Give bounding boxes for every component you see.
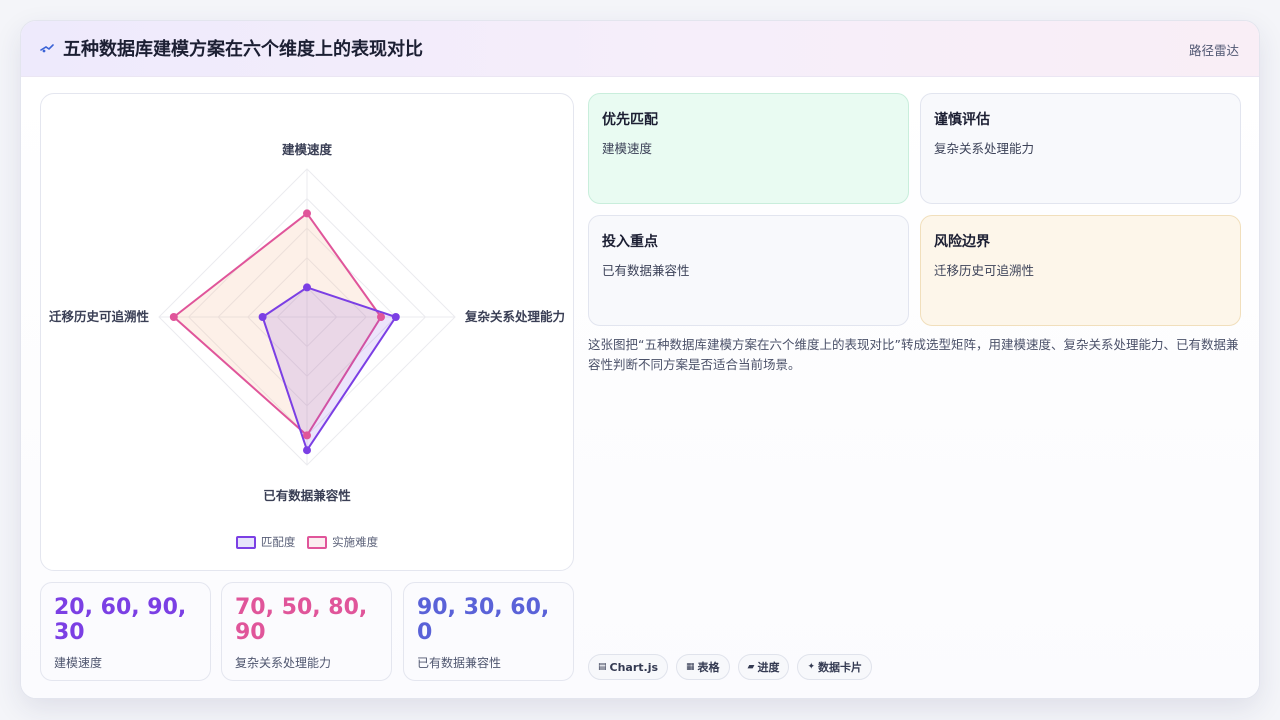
radar-point-0 <box>258 313 267 321</box>
radar-point-1 <box>303 209 311 218</box>
card-subtitle: 已有数据兼容性 <box>602 263 690 278</box>
stat-card-compat: 90, 30, 60, 0 已有数据兼容性 <box>403 582 574 681</box>
chip-label: Chart.js <box>609 660 659 674</box>
card-risk-boundary: 风险边界 迁移历史可追溯性 <box>920 215 1241 326</box>
chart-legend: 匹配度 实施难度 <box>41 534 573 552</box>
feature-chips: ▤ Chart.js ▦ 表格 ▰ 进度 ✦ 数据卡片 <box>588 654 873 680</box>
radar-axis-label: 已有数据兼容性 <box>263 488 351 503</box>
radar-series-0 <box>261 286 397 452</box>
card-subtitle: 迁移历史可追溯性 <box>934 263 1035 278</box>
dashboard-panel: 五种数据库建模方案在六个维度上的表现对比 路径雷达 建模速度 复杂关系处理能力 已有… <box>20 20 1260 699</box>
view-tag: 路径雷达 <box>1188 43 1239 58</box>
chart-icon: ▤ <box>598 662 607 672</box>
radar-chart-card: 建模速度复杂关系处理能力已有数据兼容性 迁移历史可追溯性 匹配度 实施难度 <box>40 93 574 571</box>
radar-point-1 <box>303 431 311 440</box>
chip-label: 表格 <box>697 661 720 674</box>
radar-axis-label: 复杂关系处理能力 <box>464 309 565 324</box>
stat-value: 70, 50, 80, 90 <box>235 595 368 645</box>
radar-point-1 <box>169 313 178 321</box>
radar-point-0 <box>303 446 311 455</box>
chart-description: 这张图把“五种数据库建模方案在六个维度上的表现对比”转成选型矩阵，用建模速度、复… <box>588 337 1239 372</box>
legend-label-difficulty: 实施难度 <box>332 535 379 549</box>
chip-chartjs[interactable]: ▤ Chart.js <box>588 654 669 680</box>
satellite-icon <box>40 44 54 53</box>
card-title: 风险边界 <box>934 234 990 250</box>
card-subtitle: 复杂关系处理能力 <box>934 141 1035 156</box>
stat-card-complexity: 70, 50, 80, 90 复杂关系处理能力 <box>221 582 392 681</box>
card-title: 投入重点 <box>602 234 658 250</box>
radar-chart: 建模速度复杂关系处理能力已有数据兼容性 迁移历史可追溯性 <box>49 142 565 503</box>
card-title: 优先匹配 <box>602 112 658 128</box>
chip-table[interactable]: ▦ 表格 <box>676 654 730 680</box>
legend-item-match[interactable]: 匹配度 <box>235 534 296 550</box>
legend-label-match: 匹配度 <box>260 535 296 549</box>
legend-swatch-difficulty <box>307 535 328 549</box>
card-priority-match: 优先匹配 建模速度 <box>588 93 909 204</box>
chip-data-card[interactable]: ✦ 数据卡片 <box>797 654 873 680</box>
table-icon: ▦ <box>686 662 695 672</box>
radar-axis-label: 建模速度 <box>282 142 333 157</box>
header: 五种数据库建模方案在六个维度上的表现对比 路径雷达 <box>21 21 1259 77</box>
page-title: 五种数据库建模方案在六个维度上的表现对比 <box>63 39 423 60</box>
chip-progress[interactable]: ▰ 进度 <box>737 654 790 680</box>
radar-point-0 <box>391 313 400 321</box>
stat-label: 复杂关系处理能力 <box>235 656 332 670</box>
legend-swatch-match <box>235 535 256 549</box>
sparkle-icon: ✦ <box>807 662 816 672</box>
radar-point-1 <box>377 313 385 321</box>
chip-label: 进度 <box>757 661 780 674</box>
stat-value: 90, 30, 60, 0 <box>417 595 550 645</box>
stat-label: 建模速度 <box>54 656 103 670</box>
stat-value: 20, 60, 90, 30 <box>54 595 187 645</box>
legend-item-difficulty[interactable]: 实施难度 <box>307 534 378 550</box>
card-title: 谨慎评估 <box>934 112 990 128</box>
radar-axis-label: 迁移历史可追溯性 <box>49 309 150 324</box>
stat-card-speed: 20, 60, 90, 30 建模速度 <box>40 582 211 681</box>
stat-label: 已有数据兼容性 <box>417 656 502 670</box>
card-careful-eval: 谨慎评估 复杂关系处理能力 <box>920 93 1241 204</box>
progress-icon: ▰ <box>747 662 755 672</box>
radar-point-0 <box>303 283 311 292</box>
card-subtitle: 建模速度 <box>602 141 653 156</box>
chip-label: 数据卡片 <box>818 661 863 674</box>
card-investment-focus: 投入重点 已有数据兼容性 <box>588 215 909 326</box>
